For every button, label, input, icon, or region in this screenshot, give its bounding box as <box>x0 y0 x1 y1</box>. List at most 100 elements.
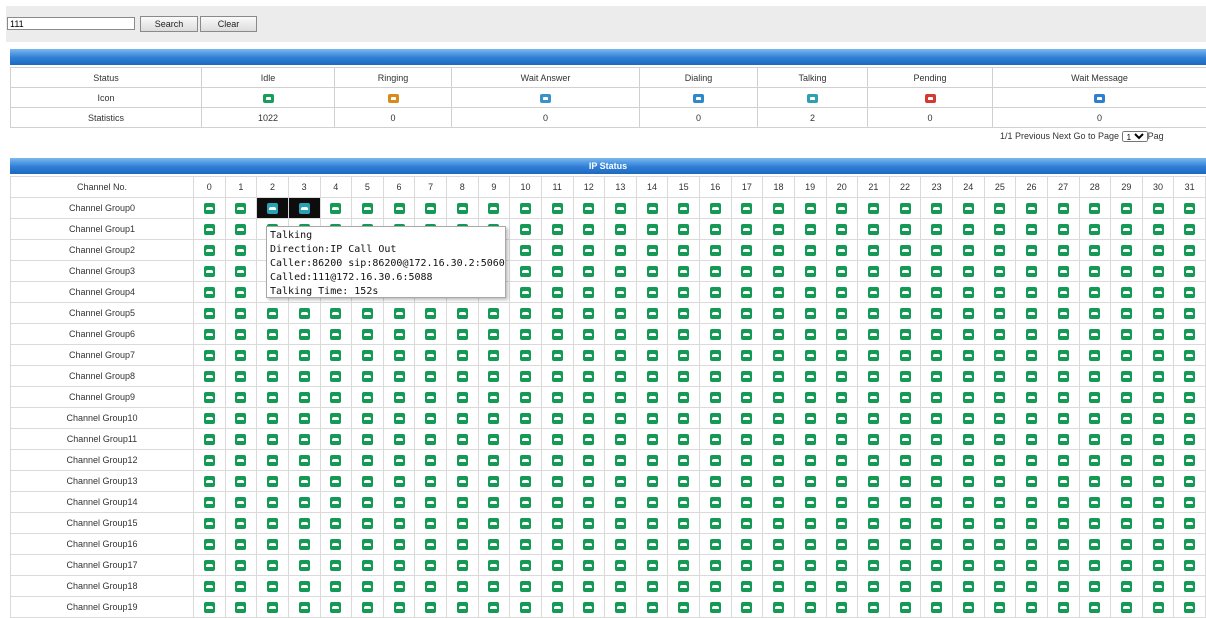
channel-cell[interactable] <box>383 555 415 576</box>
idle-phone-icon[interactable] <box>647 224 658 235</box>
idle-phone-icon[interactable] <box>1121 308 1132 319</box>
channel-cell[interactable] <box>447 534 479 555</box>
channel-cell[interactable] <box>763 240 795 261</box>
channel-cell[interactable] <box>1016 345 1048 366</box>
channel-cell[interactable] <box>1016 261 1048 282</box>
channel-cell[interactable] <box>383 198 415 219</box>
channel-cell[interactable] <box>447 198 479 219</box>
channel-cell[interactable] <box>953 261 985 282</box>
idle-phone-icon[interactable] <box>394 413 405 424</box>
idle-phone-icon[interactable] <box>805 245 816 256</box>
channel-cell[interactable] <box>257 492 289 513</box>
channel-cell[interactable] <box>826 492 858 513</box>
idle-phone-icon[interactable] <box>1089 581 1100 592</box>
idle-phone-icon[interactable] <box>868 203 879 214</box>
idle-phone-icon[interactable] <box>457 392 468 403</box>
channel-cell[interactable] <box>984 576 1016 597</box>
channel-cell[interactable] <box>225 261 257 282</box>
idle-phone-icon[interactable] <box>488 476 499 487</box>
channel-cell[interactable] <box>763 324 795 345</box>
search-input[interactable] <box>7 17 135 30</box>
idle-phone-icon[interactable] <box>488 581 499 592</box>
channel-cell[interactable] <box>858 429 890 450</box>
channel-cell[interactable] <box>889 576 921 597</box>
channel-cell[interactable] <box>1079 198 1111 219</box>
idle-phone-icon[interactable] <box>836 560 847 571</box>
idle-phone-icon[interactable] <box>647 329 658 340</box>
idle-phone-icon[interactable] <box>1184 539 1195 550</box>
idle-phone-icon[interactable] <box>204 329 215 340</box>
channel-cell[interactable] <box>921 387 953 408</box>
idle-phone-icon[interactable] <box>931 266 942 277</box>
channel-cell[interactable] <box>510 450 542 471</box>
idle-phone-icon[interactable] <box>394 560 405 571</box>
channel-cell[interactable] <box>826 198 858 219</box>
channel-cell[interactable] <box>352 534 384 555</box>
channel-cell[interactable] <box>921 219 953 240</box>
idle-phone-icon[interactable] <box>615 518 626 529</box>
channel-cell[interactable] <box>1047 450 1079 471</box>
idle-phone-icon[interactable] <box>931 560 942 571</box>
idle-phone-icon[interactable] <box>678 539 689 550</box>
channel-cell[interactable] <box>415 597 447 618</box>
channel-cell[interactable] <box>984 345 1016 366</box>
channel-cell[interactable] <box>1079 240 1111 261</box>
idle-phone-icon[interactable] <box>773 434 784 445</box>
idle-phone-icon[interactable] <box>267 329 278 340</box>
channel-cell[interactable] <box>1111 345 1143 366</box>
idle-phone-icon[interactable] <box>994 329 1005 340</box>
idle-phone-icon[interactable] <box>1153 203 1164 214</box>
idle-phone-icon[interactable] <box>1184 581 1195 592</box>
idle-phone-icon[interactable] <box>552 434 563 445</box>
idle-phone-icon[interactable] <box>615 371 626 382</box>
idle-phone-icon[interactable] <box>773 203 784 214</box>
idle-phone-icon[interactable] <box>1058 581 1069 592</box>
idle-phone-icon[interactable] <box>330 476 341 487</box>
channel-cell[interactable] <box>1174 555 1206 576</box>
idle-phone-icon[interactable] <box>1153 497 1164 508</box>
channel-cell[interactable] <box>1174 597 1206 618</box>
channel-cell[interactable] <box>889 471 921 492</box>
idle-phone-icon[interactable] <box>330 539 341 550</box>
idle-phone-icon[interactable] <box>1153 224 1164 235</box>
channel-cell[interactable] <box>763 198 795 219</box>
idle-phone-icon[interactable] <box>520 245 531 256</box>
idle-phone-icon[interactable] <box>1026 476 1037 487</box>
idle-phone-icon[interactable] <box>805 560 816 571</box>
channel-cell[interactable] <box>668 492 700 513</box>
channel-cell[interactable] <box>763 303 795 324</box>
channel-cell[interactable] <box>257 513 289 534</box>
idle-phone-icon[interactable] <box>773 560 784 571</box>
channel-cell[interactable] <box>700 534 732 555</box>
idle-phone-icon[interactable] <box>868 455 879 466</box>
channel-cell[interactable] <box>794 534 826 555</box>
channel-cell[interactable] <box>194 282 226 303</box>
idle-phone-icon[interactable] <box>1153 434 1164 445</box>
channel-cell[interactable] <box>700 219 732 240</box>
channel-cell[interactable] <box>1142 408 1174 429</box>
channel-cell[interactable] <box>194 576 226 597</box>
channel-cell[interactable] <box>700 513 732 534</box>
channel-cell[interactable] <box>573 492 605 513</box>
channel-cell[interactable] <box>510 555 542 576</box>
channel-cell[interactable] <box>1111 219 1143 240</box>
idle-phone-icon[interactable] <box>994 308 1005 319</box>
idle-phone-icon[interactable] <box>1121 413 1132 424</box>
idle-phone-icon[interactable] <box>931 581 942 592</box>
idle-phone-icon[interactable] <box>1184 224 1195 235</box>
channel-cell[interactable] <box>415 303 447 324</box>
idle-phone-icon[interactable] <box>235 539 246 550</box>
channel-cell[interactable] <box>984 555 1016 576</box>
idle-phone-icon[interactable] <box>552 308 563 319</box>
idle-phone-icon[interactable] <box>552 224 563 235</box>
channel-cell[interactable] <box>826 597 858 618</box>
idle-phone-icon[interactable] <box>1089 518 1100 529</box>
channel-cell[interactable] <box>257 345 289 366</box>
idle-phone-icon[interactable] <box>362 602 373 613</box>
idle-phone-icon[interactable] <box>235 560 246 571</box>
channel-cell[interactable] <box>447 513 479 534</box>
channel-cell[interactable] <box>194 555 226 576</box>
channel-cell[interactable] <box>288 492 320 513</box>
channel-cell[interactable] <box>763 471 795 492</box>
channel-cell[interactable] <box>1111 597 1143 618</box>
